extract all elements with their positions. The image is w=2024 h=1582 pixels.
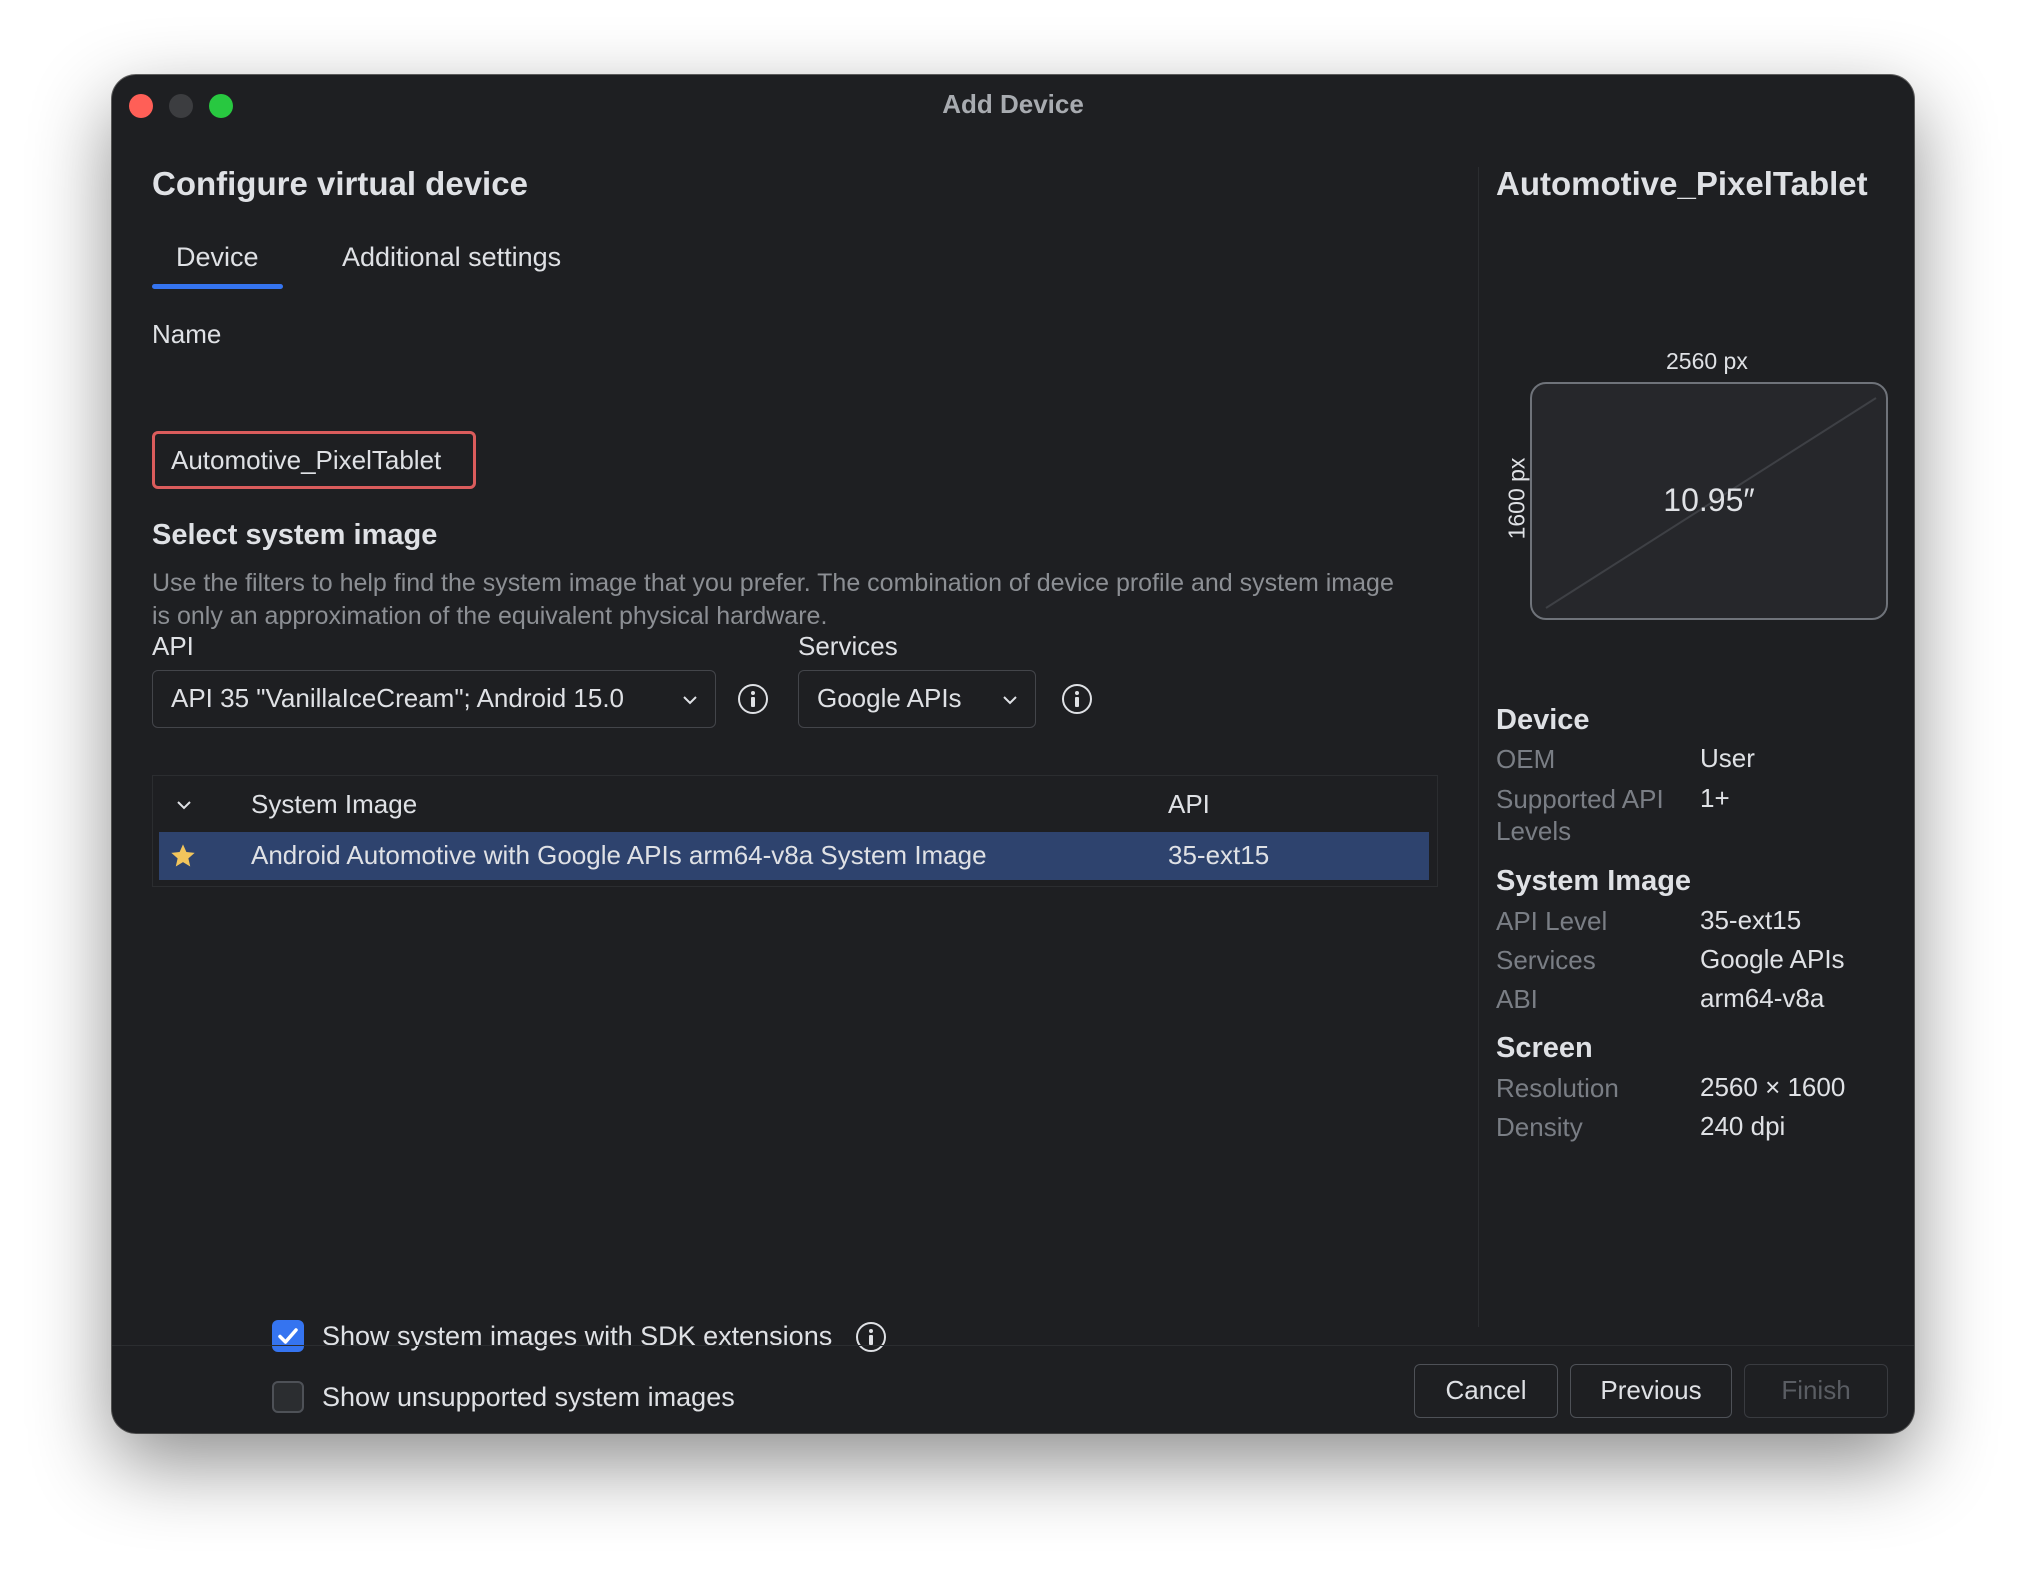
api-level-key: API Level <box>1496 906 1608 936</box>
star-icon[interactable] <box>169 842 197 870</box>
abi-value: arm64-v8a <box>1700 983 1825 1013</box>
density-value: 240 dpi <box>1700 1111 1786 1141</box>
name-input[interactable]: Automotive_PixelTablet <box>152 431 476 489</box>
unsupported-images-checkbox[interactable] <box>272 1381 304 1413</box>
column-header-system-image[interactable]: System Image <box>251 789 417 820</box>
device-heading: Device <box>1496 704 1590 736</box>
cancel-button[interactable]: Cancel <box>1414 1364 1558 1418</box>
device-summary-panel: Automotive_PixelTablet 2560 px 1600 px 1… <box>1496 165 1896 1335</box>
tab-device[interactable]: Device <box>152 237 283 289</box>
api-level-value: 35-ext15 <box>1700 905 1802 935</box>
api-dropdown[interactable]: API 35 "VanillaIceCream"; Android 15.0 <box>152 670 716 728</box>
api-label: API <box>152 631 194 661</box>
system-image-heading: System Image <box>1496 865 1692 897</box>
configure-panel: Configure virtual device Device Addition… <box>152 165 1444 1413</box>
preview-width-label: 2560 px <box>1666 348 1748 374</box>
name-label: Name <box>152 319 222 349</box>
system-image-api: 35-ext15 <box>1168 840 1270 870</box>
chevron-down-icon[interactable] <box>175 796 193 814</box>
table-header: System Image API <box>153 776 1437 830</box>
tab-additional-settings[interactable]: Additional settings <box>318 237 585 289</box>
services-dropdown-value: Google APIs <box>817 683 962 713</box>
services-value: Google APIs <box>1700 944 1845 974</box>
density-key: Density <box>1496 1112 1583 1142</box>
chevron-down-icon <box>683 696 697 705</box>
column-header-api[interactable]: API <box>1168 789 1210 820</box>
services-label: Services <box>798 631 898 661</box>
panel-divider <box>1478 167 1479 1327</box>
supported-api-levels-value: 1+ <box>1700 783 1730 813</box>
sdk-extensions-checkbox[interactable] <box>272 1320 304 1352</box>
window-title: Add Device <box>942 89 1084 119</box>
unsupported-images-label: Show unsupported system images <box>322 1382 735 1412</box>
chevron-down-icon <box>1003 696 1017 705</box>
page-title: Configure virtual device <box>152 165 528 202</box>
services-info-icon[interactable] <box>1062 684 1092 714</box>
system-image-table: System Image API Android Automotive with… <box>152 775 1438 887</box>
footer-divider <box>112 1345 1914 1346</box>
table-row[interactable]: Android Automotive with Google APIs arm6… <box>159 832 1429 880</box>
oem-key: OEM <box>1496 744 1556 774</box>
summary-title: Automotive_PixelTablet <box>1496 165 1868 202</box>
sdk-extensions-label: Show system images with SDK extensions <box>322 1321 833 1351</box>
api-dropdown-value: API 35 "VanillaIceCream"; Android 15.0 <box>171 683 625 713</box>
title-bar: Add Device <box>112 75 1914 131</box>
resolution-key: Resolution <box>1496 1073 1619 1103</box>
sdk-extensions-info-icon[interactable] <box>856 1322 886 1352</box>
previous-button[interactable]: Previous <box>1570 1364 1732 1418</box>
oem-value: User <box>1700 743 1755 773</box>
screen-preview: 10.95″ <box>1530 382 1888 620</box>
services-dropdown[interactable]: Google APIs <box>798 670 1036 728</box>
screen-heading: Screen <box>1496 1032 1593 1064</box>
add-device-window: Add Device Configure virtual device Devi… <box>112 75 1914 1433</box>
api-info-icon[interactable] <box>738 684 768 714</box>
services-key: Services <box>1496 945 1596 975</box>
select-system-image-title: Select system image <box>152 519 438 551</box>
supported-api-levels-key: Supported API Levels <box>1496 784 1664 846</box>
finish-button[interactable]: Finish <box>1744 1364 1888 1418</box>
checkmark-icon <box>278 1328 298 1344</box>
abi-key: ABI <box>1496 984 1538 1014</box>
system-image-name: Android Automotive with Google APIs arm6… <box>251 840 987 870</box>
screen-diagonal-size: 10.95″ <box>1663 482 1755 518</box>
resolution-value: 2560 × 1600 <box>1700 1072 1846 1102</box>
filter-description: Use the filters to help find the system … <box>152 569 1394 630</box>
preview-height-label: 1600 px <box>1503 457 1530 540</box>
